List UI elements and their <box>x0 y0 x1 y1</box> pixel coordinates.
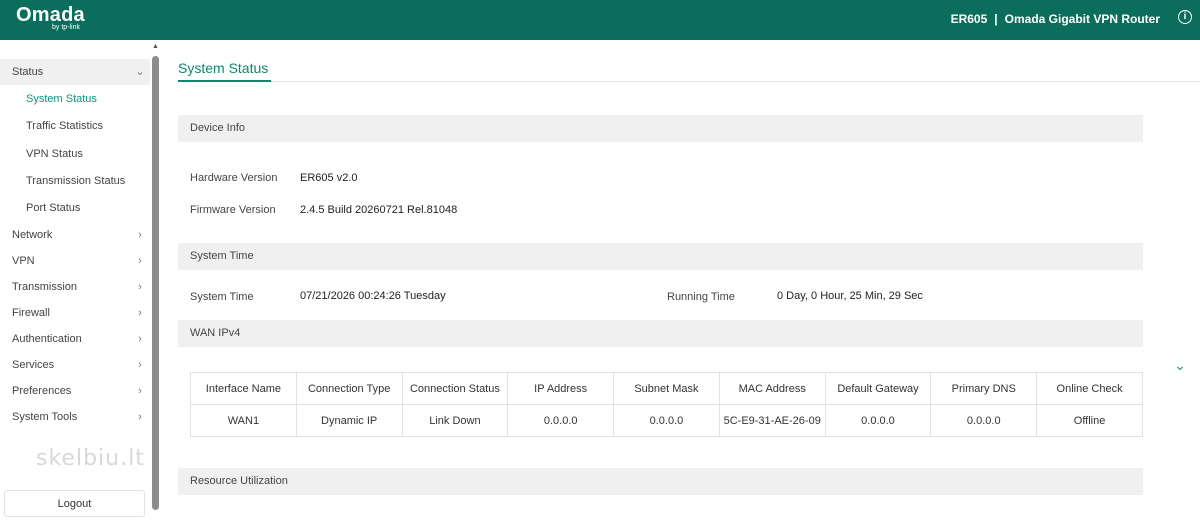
table-cell: Dynamic IP <box>295 404 403 437</box>
omada-logo[interactable]: Omada by tp-link <box>16 4 85 31</box>
table-cell: 0.0.0.0 <box>613 404 720 437</box>
sidebar-item-label: VPN <box>12 255 35 267</box>
top-bar: Omada by tp-link ER605 | Omada Gigabit VPN… <box>0 0 1200 40</box>
sidebar-item-network[interactable]: Network › <box>0 222 150 248</box>
table-row: WAN1 Dynamic IP Link Down 0.0.0.0 0.0.0.… <box>190 404 1143 437</box>
column-header: Default Gateway <box>824 372 932 405</box>
hardware-version-label: Hardware Version <box>190 172 278 184</box>
table-cell: 0.0.0.0 <box>824 404 932 437</box>
sidebar-item-transmission[interactable]: Transmission › <box>0 274 150 300</box>
sidebar-item-status[interactable]: Status ⌄ <box>0 59 150 85</box>
system-time-label: System Time <box>190 291 254 303</box>
column-header: Connection Type <box>295 372 403 405</box>
firmware-version-label: Firmware Version <box>190 204 276 216</box>
section-system-time: System Time <box>178 243 1143 270</box>
hardware-version-value: ER605 v2.0 <box>300 172 358 184</box>
tab-divider <box>178 81 1200 82</box>
logo-subtext: by tp-link <box>52 24 81 31</box>
sidebar-subitem-transmission-status[interactable]: Transmission Status <box>0 168 150 194</box>
chevron-right-icon: › <box>138 385 142 397</box>
column-header: Connection Status <box>401 372 509 405</box>
section-resource-utilization: Resource Utilization <box>178 468 1143 495</box>
table-cell: WAN1 <box>190 404 297 437</box>
sidebar-subitem-vpn-status[interactable]: VPN Status <box>0 141 150 167</box>
table-cell: Offline <box>1036 404 1143 437</box>
system-time-value: 07/21/2026 00:24:26 Tuesday <box>300 290 446 302</box>
info-icon[interactable]: i <box>1178 10 1192 24</box>
watermark: skelbiu.lt <box>36 446 145 471</box>
column-header: Interface Name <box>190 372 297 405</box>
chevron-down-icon: ⌄ <box>135 66 145 78</box>
title-separator: | <box>994 12 998 26</box>
logout-button[interactable]: Logout <box>4 490 145 517</box>
sidebar-subitem-system-status[interactable]: System Status <box>0 86 150 112</box>
sidebar-item-label: Transmission <box>12 281 77 293</box>
table-cell: Link Down <box>401 404 509 437</box>
running-time-label: Running Time <box>667 291 735 303</box>
wan-ipv4-table: Interface Name Connection Type Connectio… <box>190 372 1143 437</box>
sidebar-item-services[interactable]: Services › <box>0 352 150 378</box>
logo-text: Omada <box>16 4 85 26</box>
sidebar-item-system-tools[interactable]: System Tools › <box>0 404 150 430</box>
table-header-row: Interface Name Connection Type Connectio… <box>190 372 1143 405</box>
column-header: IP Address <box>507 372 615 405</box>
section-wan-ipv4: WAN IPv4 <box>178 320 1143 347</box>
chevron-right-icon: › <box>138 255 142 267</box>
column-header: Subnet Mask <box>613 372 720 405</box>
chevron-right-icon: › <box>138 411 142 423</box>
sidebar-item-firewall[interactable]: Firewall › <box>0 300 150 326</box>
tab-system-status[interactable]: System Status <box>178 60 268 76</box>
sidebar-subitem-port-status[interactable]: Port Status <box>0 195 150 221</box>
scrollbar-thumb[interactable] <box>152 56 159 510</box>
running-time-value: 0 Day, 0 Hour, 25 Min, 29 Sec <box>777 290 923 302</box>
sidebar-item-label: Authentication <box>12 333 82 345</box>
chevron-down-icon[interactable]: ⌄ <box>1174 357 1186 374</box>
scroll-up-arrow-icon[interactable]: ▲ <box>151 43 160 51</box>
section-device-info: Device Info <box>178 115 1143 142</box>
sidebar-item-label: Preferences <box>12 385 72 397</box>
column-header: MAC Address <box>718 372 826 405</box>
sidebar-item-label: Network <box>12 229 53 241</box>
device-model: ER605 <box>950 12 988 26</box>
chevron-right-icon: › <box>138 281 142 293</box>
sidebar-item-label: System Tools <box>12 411 78 423</box>
column-header: Online Check <box>1036 372 1143 405</box>
sidebar-item-authentication[interactable]: Authentication › <box>0 326 150 352</box>
chevron-right-icon: › <box>138 333 142 345</box>
sidebar-item-preferences[interactable]: Preferences › <box>0 378 150 404</box>
sidebar-item-label: Services <box>12 359 55 371</box>
sidebar-subitem-traffic-statistics[interactable]: Traffic Statistics <box>0 113 150 139</box>
chevron-right-icon: › <box>138 229 142 241</box>
sidebar-item-label: Status <box>12 66 44 78</box>
active-tab-underline <box>178 80 271 82</box>
device-title: ER605 | Omada Gigabit VPN Router <box>951 12 1160 26</box>
chevron-right-icon: › <box>138 359 142 371</box>
chevron-right-icon: › <box>138 307 142 319</box>
firmware-version-value: 2.4.5 Build 20260721 Rel.81048 <box>300 204 458 216</box>
sidebar-item-vpn[interactable]: VPN › <box>0 248 150 274</box>
table-cell: 0.0.0.0 <box>507 404 615 437</box>
table-cell: 0.0.0.0 <box>930 404 1038 437</box>
table-cell: 5C-E9-31-AE-26-09 <box>718 404 826 437</box>
sidebar-item-label: Firewall <box>12 307 50 319</box>
column-header: Primary DNS <box>930 372 1038 405</box>
device-name: Omada Gigabit VPN Router <box>1004 12 1160 26</box>
